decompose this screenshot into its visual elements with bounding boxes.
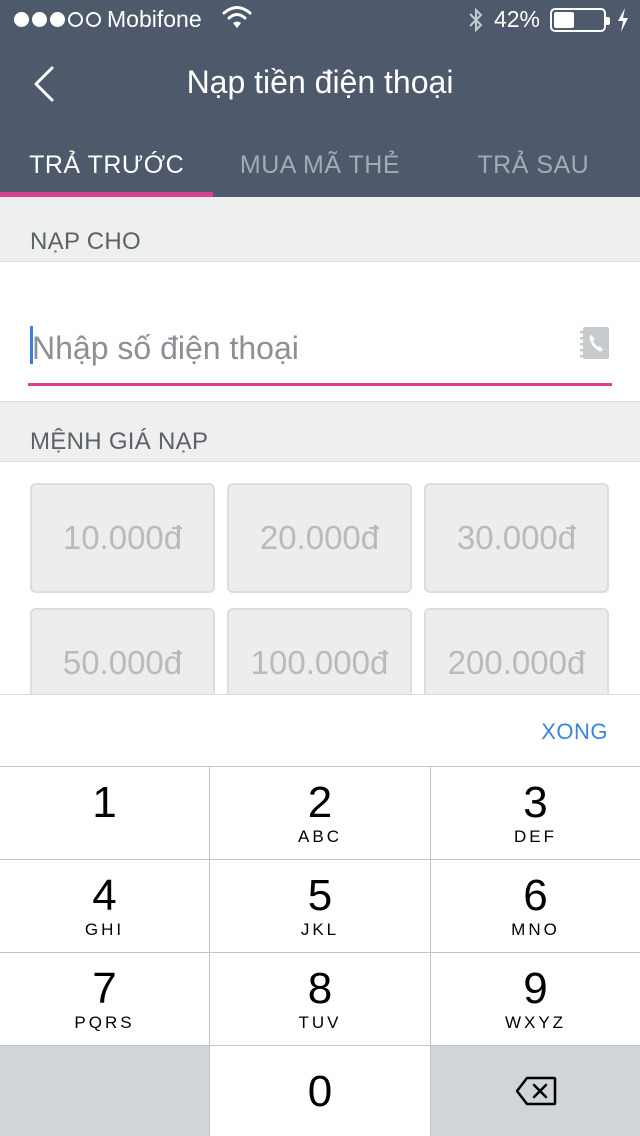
delete-key[interactable] <box>431 1046 640 1136</box>
key-digit: 7 <box>92 964 117 1013</box>
carrier-name: Mobifone <box>107 6 202 32</box>
tab-buy-card-code[interactable]: MUA MÃ THẺ <box>213 128 426 197</box>
wifi-icon <box>222 6 252 28</box>
signal-strength-icon <box>14 12 101 27</box>
tab-prepaid[interactable]: TRẢ TRƯỚC <box>0 128 214 197</box>
recharge-for-label: NẠP CHO <box>30 228 142 255</box>
key-digit: 0 <box>307 1067 333 1116</box>
key-4[interactable]: 4 GHI <box>0 860 209 952</box>
key-letters: MNO <box>511 920 560 939</box>
key-letters: ABC <box>298 827 342 846</box>
status-right: 42% <box>468 6 630 33</box>
denomination-label: MỆNH GIÁ NẠP <box>30 428 209 455</box>
amount-option[interactable]: 100.000đ <box>227 608 412 694</box>
page-title: Nạp tiền điện thoại <box>186 64 454 100</box>
signal-dot <box>14 12 29 27</box>
key-1[interactable]: 1 <box>0 767 209 859</box>
signal-dot <box>50 12 65 27</box>
app-header: Mobifone 42% Nạp tiền điện thoại TRẢ TRƯ… <box>0 0 640 197</box>
key-digit: 4 <box>92 871 117 920</box>
nav-bar: Nạp tiền điện thoại <box>0 40 640 128</box>
status-left: Mobifone <box>14 6 202 33</box>
key-2[interactable]: 2 ABC <box>210 767 430 859</box>
key-letters: GHI <box>84 920 125 939</box>
amount-option[interactable]: 200.000đ <box>424 608 609 694</box>
done-button[interactable]: XONG <box>541 719 608 745</box>
key-letters: JKL <box>300 920 340 939</box>
tab-bar: TRẢ TRƯỚC MUA MÃ THẺ TRẢ SAU <box>0 128 640 197</box>
key-divider <box>0 952 640 953</box>
key-divider <box>0 1045 640 1046</box>
amount-option[interactable]: 20.000đ <box>227 483 412 593</box>
key-digit: 2 <box>307 778 333 827</box>
amount-option[interactable]: 30.000đ <box>424 483 609 593</box>
tab-postpaid[interactable]: TRẢ SAU <box>427 128 640 197</box>
phone-field <box>28 320 612 386</box>
key-0[interactable]: 0 <box>210 1046 430 1136</box>
amount-section: 10.000đ 20.000đ 30.000đ 50.000đ 100.000đ… <box>0 461 640 694</box>
text-caret <box>30 326 33 364</box>
contacts-book-icon[interactable] <box>580 326 610 360</box>
key-blank <box>0 1046 209 1136</box>
signal-dot <box>86 12 101 27</box>
signal-dot <box>32 12 47 27</box>
status-bar: Mobifone 42% <box>0 0 640 40</box>
key-5[interactable]: 5 JKL <box>210 860 430 952</box>
key-digit: 6 <box>523 871 548 920</box>
signal-dot <box>68 12 83 27</box>
key-6[interactable]: 6 MNO <box>431 860 640 952</box>
battery-percent: 42% <box>493 6 540 32</box>
phone-number-input[interactable] <box>28 320 568 376</box>
key-digit: 5 <box>307 871 333 920</box>
key-digit: 1 <box>92 778 117 827</box>
key-3[interactable]: 3 DEF <box>431 767 640 859</box>
key-9[interactable]: 9 WXYZ <box>431 953 640 1045</box>
bluetooth-icon <box>469 7 483 32</box>
charging-bolt-icon <box>618 7 628 32</box>
key-letters: TUV <box>298 1013 342 1032</box>
key-digit: 3 <box>523 778 548 827</box>
battery-icon <box>550 7 610 32</box>
key-digit: 9 <box>523 964 548 1013</box>
backspace-icon <box>515 1076 557 1106</box>
phone-section <box>0 261 640 402</box>
numeric-keypad: 1 2 ABC 3 DEF 4 GHI 5 JKL 6 MNO 7 PQRS 8… <box>0 766 640 1136</box>
key-letters: WXYZ <box>504 1013 567 1032</box>
key-divider <box>0 859 640 860</box>
battery-fill <box>554 11 575 28</box>
key-7[interactable]: 7 PQRS <box>0 953 209 1045</box>
keyboard-toolbar: XONG <box>0 694 640 766</box>
key-letters: DEF <box>514 827 557 846</box>
battery-nub <box>606 16 610 25</box>
amount-grid: 10.000đ 20.000đ 30.000đ 50.000đ 100.000đ… <box>30 483 609 694</box>
key-8[interactable]: 8 TUV <box>210 953 430 1045</box>
amount-option[interactable]: 50.000đ <box>30 608 215 694</box>
key-digit: 8 <box>307 964 333 1013</box>
key-letters: PQRS <box>74 1013 135 1032</box>
amount-option[interactable]: 10.000đ <box>30 483 215 593</box>
